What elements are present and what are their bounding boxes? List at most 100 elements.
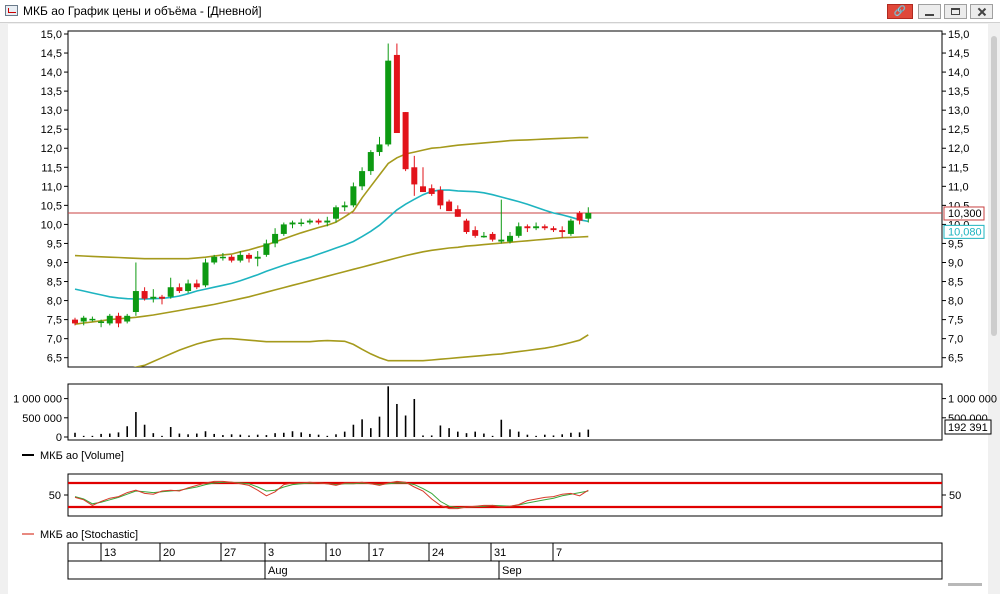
candle-bull [533,226,540,229]
date-tick-label: 13 [104,547,116,559]
price-tick-label: 8,0 [948,296,963,308]
candle-bull [185,283,192,292]
candle-bull [324,220,331,223]
date-tick-label: 20 [163,547,175,559]
candle-bull [350,186,357,206]
candle-bear [472,230,479,236]
price-tick-label: 15,0 [41,29,62,41]
candle-bear [428,188,435,194]
price-tick-label: 11,0 [948,181,969,193]
candle-bear [454,209,461,217]
candle-bull [480,235,487,238]
candle-bear [228,256,235,261]
candle-bull [507,235,513,242]
price-tick-label: 12,0 [41,143,62,155]
candle-bull [124,315,131,322]
price-tick-label: 8,0 [47,296,62,308]
candle-bull [237,254,244,261]
price-tick-label: 13,5 [948,86,969,98]
volume-tick-label: 1 000 000 [948,394,997,406]
candle-bull [359,171,366,187]
volume-legend: МКБ ао [Volume] [22,450,124,462]
price-tick-label: 8,5 [948,277,963,289]
price-tick-label: 14,5 [948,48,969,60]
candle-bear [559,230,566,233]
price-tick-label: 14,0 [41,67,62,79]
volume-tick-label: 1 000 000 [13,394,62,406]
ma-price-label: 10,080 [943,224,985,239]
price-tick-label: 10,0 [41,219,62,231]
date-tick-label: 3 [268,547,274,559]
chart-area[interactable]: 15,0 14,5 14,0 13,5 13,0 12,5 12,0 11,5 11,0 10,5… [0,0,1000,594]
month-label: Sep [502,565,522,577]
price-tick-label: 10,5 [41,200,62,212]
volume-tick-label: 500 000 [22,413,62,425]
month-label: Aug [268,565,288,577]
svg-text:МКБ ао [Volume]: МКБ ао [Volume] [40,450,124,462]
price-tick-label: 7,5 [948,315,963,327]
candle-bear [159,296,165,299]
price-tick-label: 9,0 [948,257,963,269]
candle-bull [585,212,592,219]
candle-bear [115,315,122,324]
price-tick-label: 12,0 [948,143,969,155]
price-tick-label: 11,5 [948,162,969,174]
candle-bear [437,190,444,206]
candle-bull [167,287,174,297]
candle-bear [402,112,409,170]
candle-bear [393,54,400,134]
price-tick-label: 7,5 [47,315,62,327]
candle-bull [202,262,209,286]
candle-bull [219,256,226,259]
candle-bear [489,233,496,240]
svg-text:10,300: 10,300 [948,208,982,220]
candle-bear [141,291,148,299]
candle-bull [385,60,392,145]
last-price-label: 10,300 [943,206,985,221]
date-tick-label: 31 [494,547,506,559]
candle-bull [211,256,218,263]
candle-bear [463,220,470,233]
price-tick-label: 14,5 [41,48,62,60]
stochastic-legend: МКБ ао [Stochastic] [22,529,138,541]
candle-bear [550,228,557,231]
price-tick-label: 9,5 [948,238,963,250]
price-tick-label: 11,5 [41,162,62,174]
svg-text:10,080: 10,080 [948,226,982,238]
candle-bull [263,243,270,255]
candle-bull [106,315,113,324]
price-panel-frame [67,30,943,368]
candle-bull [376,144,383,153]
candle-bear [420,186,426,193]
candle-bear [72,319,78,324]
price-tick-label: 15,0 [948,29,969,41]
candle-bull [341,205,348,208]
price-tick-label: 8,5 [47,277,62,289]
candle-bull [280,224,287,234]
price-tick-label: 7,0 [948,334,963,346]
candle-bull [367,152,374,172]
date-tick-label: 10 [329,547,341,559]
svg-text:50: 50 [949,490,961,502]
candle-bull [98,321,105,324]
candle-bull [80,317,87,322]
price-tick-label: 6,5 [47,353,62,365]
candle-bull [89,318,96,321]
price-axis-right: 15,014,514,013,513,012,512,011,511,010,5… [942,29,969,365]
price-tick-label: 14,0 [948,67,969,79]
candle-bull [498,239,505,242]
price-axis-left: 15,0 14,5 14,0 13,5 13,0 12,5 12,0 11,5 11,0 10,5… [41,29,68,365]
volume-last-label: 192 391 [944,419,992,435]
price-tick-label: 9,0 [47,257,62,269]
price-tick-label: 9,5 [47,238,62,250]
stochastic-panel-frame [67,473,943,517]
price-tick-label: 13,0 [41,105,62,117]
candle-bear [446,201,453,212]
candle-bull [150,296,157,299]
candle-bear [246,254,252,259]
candle-bull [298,222,305,225]
price-tick-label: 11,0 [41,181,62,193]
date-tick-label: 24 [432,547,444,559]
candle-bear [524,226,531,229]
svg-text:МКБ ао [Stochastic]: МКБ ао [Stochastic] [40,529,138,541]
